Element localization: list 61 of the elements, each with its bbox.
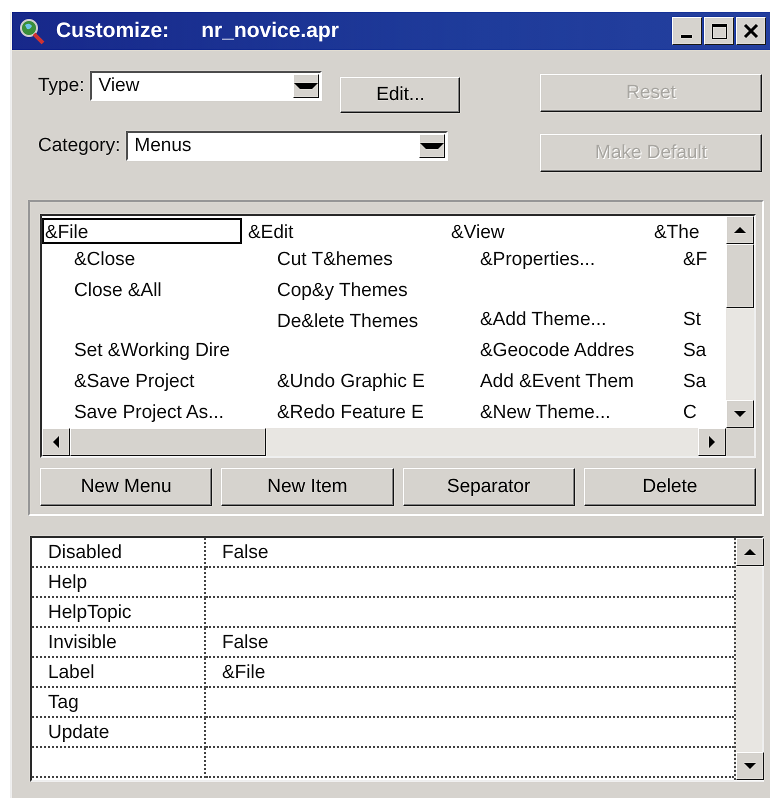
property-name: Disabled	[32, 538, 206, 568]
scroll-up-button[interactable]	[736, 538, 764, 566]
menu-item[interactable]: &F	[651, 244, 726, 275]
scroll-down-button[interactable]	[736, 752, 764, 780]
menu-item[interactable]: &Geocode Addres	[448, 335, 651, 366]
horizontal-scrollbar[interactable]	[42, 428, 726, 456]
menu-item[interactable]: Cut T&hemes	[245, 244, 448, 275]
menu-item[interactable]: &Save Project	[42, 366, 245, 397]
vertical-scrollbar[interactable]	[726, 216, 754, 428]
menu-item[interactable]: &Add Theme...	[448, 304, 651, 335]
menu-item[interactable]: Cop&y Themes	[245, 275, 448, 306]
property-name: Tag	[32, 688, 206, 718]
menu-item[interactable]: &New Theme...	[448, 397, 651, 428]
menu-item[interactable]: C	[651, 397, 726, 428]
field-label: Category:	[38, 135, 120, 157]
minimize-button[interactable]	[672, 17, 702, 45]
property-name: Label	[32, 658, 206, 688]
dropdown-button[interactable]	[293, 74, 320, 98]
menu-item[interactable]: Sa	[651, 335, 726, 366]
menu-item[interactable]: Add &Event Them	[448, 366, 651, 397]
scroll-right-button[interactable]	[698, 428, 726, 456]
menu-item[interactable]: &Undo Graphic E	[245, 366, 448, 397]
type-dropdown[interactable]: View	[90, 71, 322, 101]
dropdown-button[interactable]	[419, 134, 446, 158]
close-button[interactable]	[736, 17, 766, 45]
new-menu-button[interactable]: New Menu	[40, 468, 212, 506]
scroll-thumb[interactable]	[70, 428, 266, 456]
menu-item[interactable]: &Properties...	[448, 244, 651, 275]
delete-button[interactable]: Delete	[584, 468, 756, 506]
new-item-button[interactable]: New Item	[221, 468, 394, 506]
property-name: Help	[32, 568, 206, 598]
menu-item[interactable]: &Close	[42, 244, 245, 275]
menu-item[interactable]: Sa	[651, 366, 726, 397]
document-name: nr_novice.apr	[201, 19, 339, 43]
scroll-left-button[interactable]	[42, 428, 70, 456]
window-title: Customize:	[56, 19, 170, 43]
field-label: Type:	[38, 75, 84, 97]
menu-header[interactable]: &Edit	[245, 218, 448, 244]
property-name: Invisible	[32, 628, 206, 658]
separator-button[interactable]: Separator	[402, 468, 575, 506]
menu-item[interactable]: St	[651, 304, 726, 335]
menu-item[interactable]: De&lete Themes	[245, 306, 448, 337]
close-icon	[743, 23, 759, 39]
menu-header[interactable]: &View	[448, 218, 651, 244]
maximize-button[interactable]	[704, 17, 734, 45]
scroll-down-button[interactable]	[726, 400, 754, 428]
menu-item[interactable]: Close &All	[42, 275, 245, 306]
menu-header[interactable]: &File	[42, 218, 242, 244]
property-name: Update	[32, 718, 206, 748]
magnifier-globe-icon	[18, 17, 46, 45]
scroll-thumb[interactable]	[726, 244, 754, 308]
property-name: HelpTopic	[32, 598, 206, 628]
scroll-up-button[interactable]	[726, 216, 754, 244]
vertical-scrollbar[interactable]	[734, 538, 762, 780]
menu-item[interactable]: Set &Working Dire	[42, 335, 245, 366]
menu-item[interactable]: &Redo Feature E	[245, 397, 448, 428]
scrollbar-corner	[726, 428, 754, 456]
menu-header[interactable]: &The	[651, 218, 726, 244]
menu-item[interactable]: Save Project As...	[42, 397, 245, 428]
edit-button[interactable]: Edit...	[340, 77, 460, 113]
category-dropdown[interactable]: Menus	[126, 131, 448, 161]
